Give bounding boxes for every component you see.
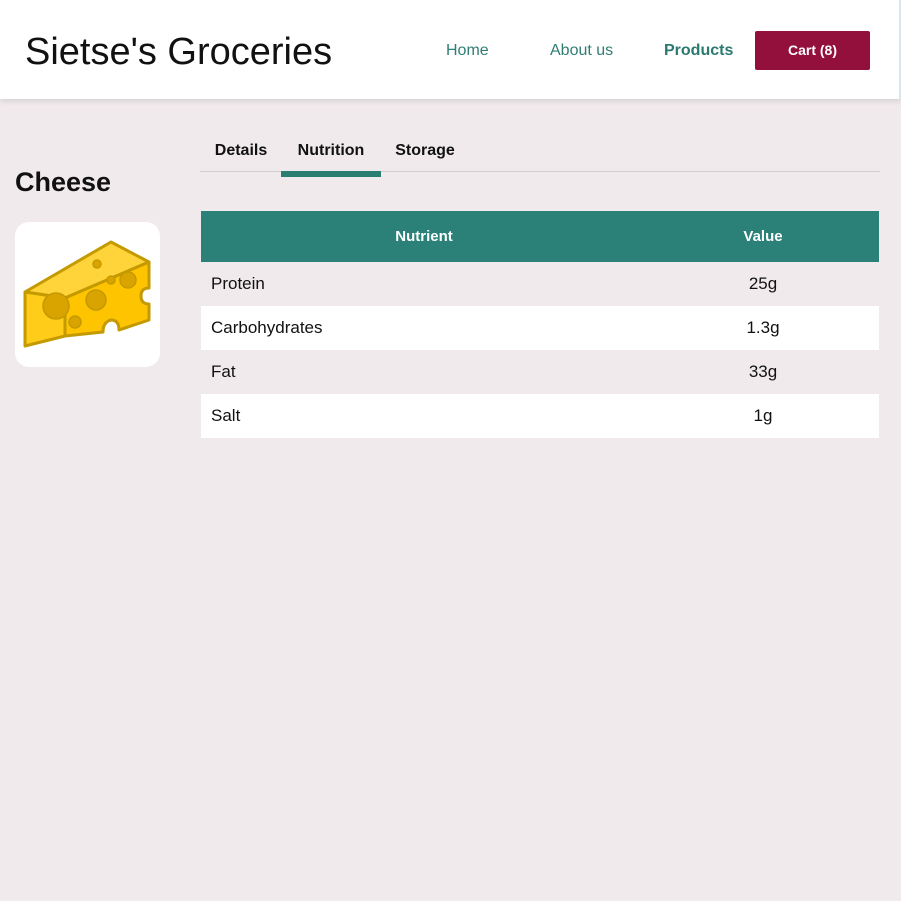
column-header-nutrient: Nutrient: [201, 211, 647, 262]
product-image: [15, 222, 160, 367]
table-row: Protein 25g: [201, 262, 879, 306]
product-tabs: Details Nutrition Storage: [200, 133, 880, 177]
site-header: Sietse's Groceries Home About us Product…: [0, 0, 901, 99]
column-header-value: Value: [647, 211, 879, 262]
tab-storage[interactable]: Storage: [382, 133, 468, 171]
nutrient-cell: Fat: [201, 350, 647, 394]
nutrition-table: Nutrient Value Protein 25g Carbohydrates…: [201, 211, 879, 438]
table-row: Carbohydrates 1.3g: [201, 306, 879, 350]
cart-button[interactable]: Cart (8): [755, 31, 870, 70]
tab-details[interactable]: Details: [200, 133, 282, 171]
product-name: Cheese: [15, 167, 112, 197]
nutrient-cell: Salt: [201, 394, 647, 438]
table-row: Salt 1g: [201, 394, 879, 438]
nutrient-cell: Carbohydrates: [201, 306, 647, 350]
value-cell: 33g: [647, 350, 879, 394]
value-cell: 1g: [647, 394, 879, 438]
cheese-icon: [23, 240, 151, 348]
table-row: Fat 33g: [201, 350, 879, 394]
tab-nutrition[interactable]: Nutrition: [281, 133, 381, 171]
nav-link-home[interactable]: Home: [446, 41, 489, 61]
value-cell: 25g: [647, 262, 879, 306]
active-tab-indicator: [281, 171, 381, 177]
nav-link-products[interactable]: Products: [664, 41, 733, 61]
table-header-row: Nutrient Value: [201, 211, 879, 262]
site-title[interactable]: Sietse's Groceries: [25, 30, 332, 74]
nutrient-cell: Protein: [201, 262, 647, 306]
nav-link-about-us[interactable]: About us: [550, 41, 613, 61]
value-cell: 1.3g: [647, 306, 879, 350]
